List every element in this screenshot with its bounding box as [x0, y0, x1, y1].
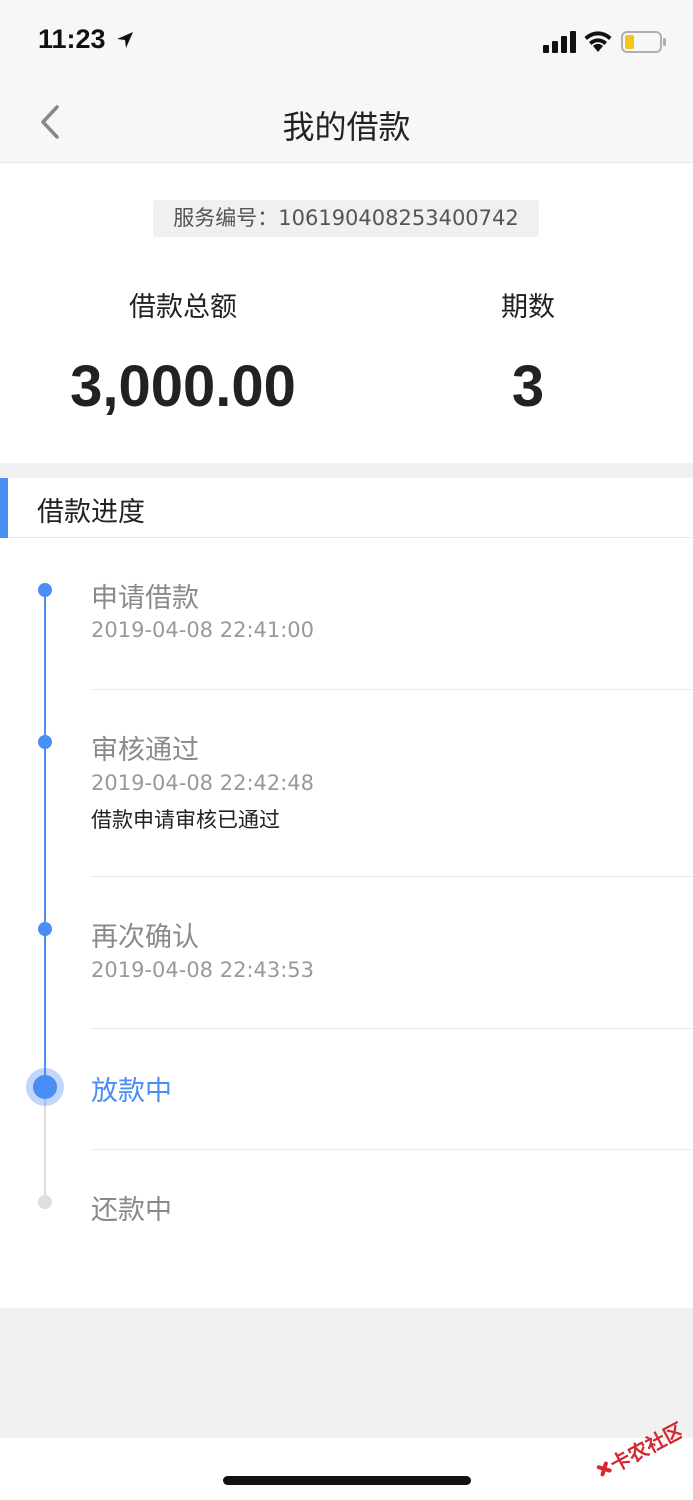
- watermark-logo: 卡农社区: [596, 1418, 682, 1477]
- svg-text:卡农社区: 卡农社区: [606, 1418, 682, 1477]
- location-arrow-icon: [117, 32, 133, 48]
- pending-step-dot: [38, 1195, 52, 1209]
- step-dot: [38, 922, 52, 936]
- divider: [91, 1028, 693, 1029]
- timeline-line-completed: [44, 590, 46, 1085]
- loan-summary: 服务编号：106190408253400742 借款总额 3,000.00 期数…: [0, 163, 693, 463]
- current-step-title: 放款中: [91, 1076, 172, 1107]
- step-dot: [38, 583, 52, 597]
- status-time: 11:23: [38, 24, 106, 54]
- divider: [91, 689, 693, 690]
- service-number: 服务编号：106190408253400742: [153, 200, 539, 237]
- wifi-icon: [584, 31, 612, 52]
- section-title: 借款进度: [37, 497, 145, 528]
- step-title: 审核通过: [91, 735, 199, 766]
- section-accent-bar: [0, 478, 8, 538]
- divider: [91, 876, 693, 877]
- step-time: 2019-04-08 22:43:53: [91, 958, 315, 982]
- section-gap: [0, 463, 693, 478]
- total-amount-value: 3,000.00: [70, 354, 296, 419]
- battery-icon: [621, 31, 666, 53]
- total-amount-label: 借款总额: [129, 292, 237, 323]
- status-bar: 11:23: [0, 0, 693, 80]
- pending-step-title: 还款中: [91, 1195, 172, 1226]
- divider: [91, 1149, 693, 1150]
- progress-timeline: 申请借款 2019-04-08 22:41:00 审核通过 2019-04-08…: [0, 538, 693, 1308]
- step-dot: [38, 735, 52, 749]
- periods-value: 3: [511, 354, 545, 419]
- current-step-dot: [26, 1068, 64, 1106]
- periods-label: 期数: [501, 292, 555, 323]
- current-step-dot-inner: [33, 1075, 57, 1099]
- step-time: 2019-04-08 22:41:00: [91, 618, 315, 642]
- home-indicator[interactable]: [223, 1476, 471, 1485]
- navigation-bar: 我的借款: [0, 80, 693, 163]
- page-title: 我的借款: [282, 108, 411, 146]
- cellular-signal-icon: [543, 31, 576, 53]
- step-time: 2019-04-08 22:42:48: [91, 771, 315, 795]
- step-note: 借款申请审核已通过: [91, 808, 280, 832]
- step-title: 再次确认: [91, 922, 199, 953]
- step-title: 申请借款: [91, 583, 199, 614]
- progress-header: 借款进度: [0, 478, 693, 538]
